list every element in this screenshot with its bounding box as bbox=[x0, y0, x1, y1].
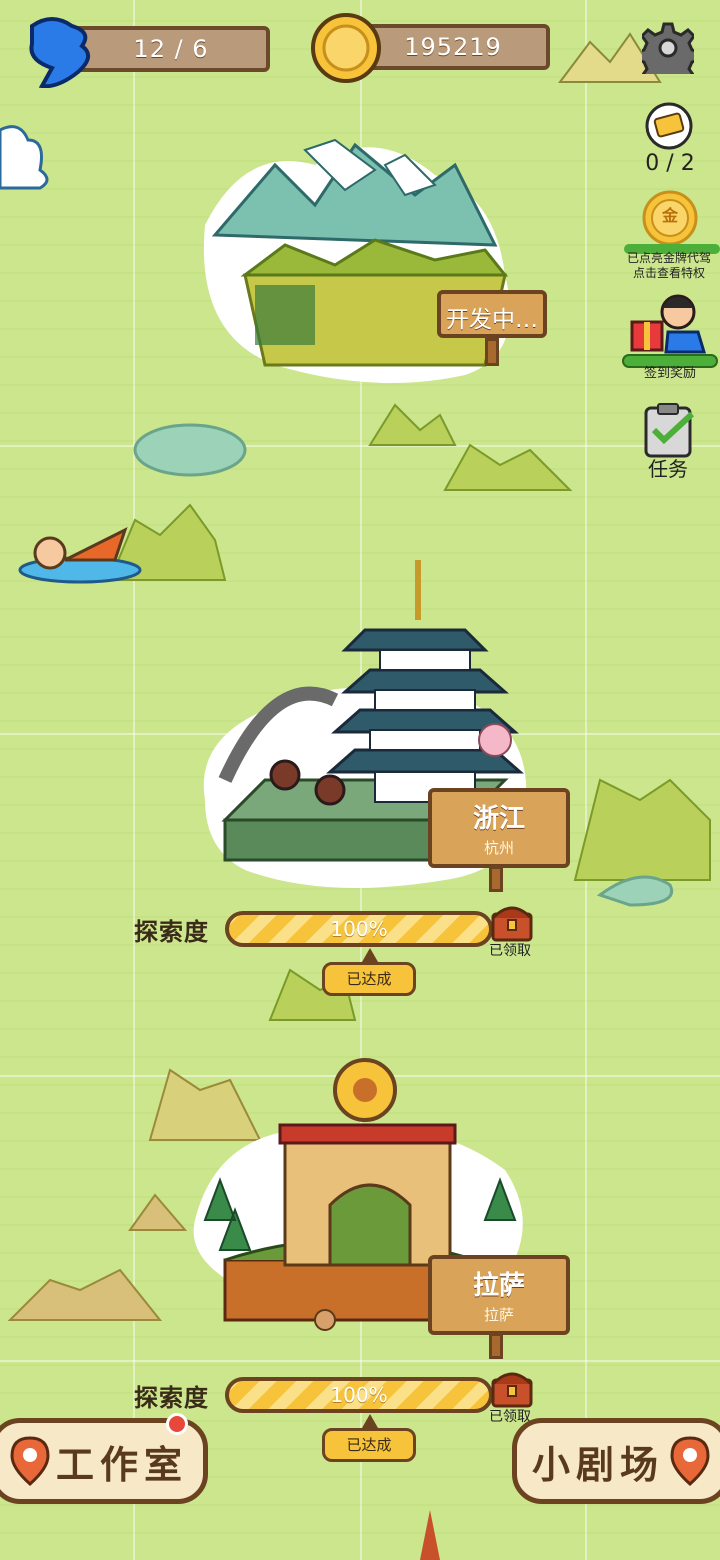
exploration-label: 探索度 bbox=[134, 1384, 209, 1412]
gold-medal-char: 金 bbox=[661, 206, 678, 225]
exploration-progress-bar: 100% bbox=[225, 1377, 493, 1413]
ticket-count: 0 / 2 bbox=[645, 151, 695, 176]
theater-button[interactable]: 小剧场 bbox=[512, 1418, 720, 1504]
achieved-badge: 已达成 bbox=[322, 1428, 416, 1462]
pointer-triangle-icon bbox=[362, 948, 378, 962]
coin-value: 195219 bbox=[404, 33, 502, 61]
location-name: 拉萨 bbox=[472, 1271, 525, 1301]
task-label: 任务 bbox=[648, 457, 688, 481]
gold-card-line1: 已点亮金牌代驾 bbox=[626, 251, 711, 265]
map-pin-icon bbox=[10, 1436, 50, 1486]
treasure-chest-icon[interactable] bbox=[489, 900, 535, 944]
checkin-label: 签到奖励 bbox=[643, 366, 696, 381]
exploration-progress-text: 100% bbox=[330, 917, 388, 941]
exploration-progress-text: 100% bbox=[330, 1383, 388, 1407]
location-signpost[interactable]: 开发中… bbox=[437, 290, 547, 338]
settings-gear-icon[interactable] bbox=[642, 22, 694, 74]
map-pin-icon bbox=[670, 1436, 710, 1486]
exploration-label: 探索度 bbox=[134, 918, 209, 946]
signpost-pole bbox=[489, 1333, 503, 1359]
signpost-pole bbox=[489, 866, 503, 892]
task-clipboard-icon bbox=[644, 403, 695, 458]
pointer-triangle-icon bbox=[362, 1414, 378, 1428]
location-signpost[interactable]: 拉萨 拉萨 bbox=[428, 1255, 570, 1335]
ticket-icon bbox=[645, 102, 693, 150]
chest-status-label: 已领取 bbox=[489, 943, 531, 959]
checkin-gift-icon bbox=[630, 294, 707, 354]
energy-value: 12 / 6 bbox=[133, 35, 209, 63]
signpost-pole bbox=[485, 338, 499, 366]
theater-button-label: 小剧场 bbox=[531, 1442, 664, 1487]
exploration-progress-bar: 100% bbox=[225, 911, 493, 947]
location-subname: 杭州 bbox=[483, 839, 514, 857]
notification-dot bbox=[166, 1413, 188, 1435]
gold-card-line2: 点击查看特权 bbox=[632, 266, 705, 280]
coin-counter[interactable]: 195219 bbox=[356, 24, 550, 70]
energy-heart-icon bbox=[29, 17, 90, 88]
gold-coin-icon bbox=[311, 13, 381, 83]
location-name: 开发中… bbox=[446, 307, 538, 333]
world-map[interactable]: 开发中… 浙江 杭州 探索度 100% 已领取 已达成 拉萨 拉萨 探索度 10… bbox=[0, 0, 720, 1560]
studio-button-label: 工作室 bbox=[55, 1442, 188, 1487]
location-subname: 拉萨 bbox=[483, 1306, 514, 1324]
location-name: 浙江 bbox=[472, 804, 525, 834]
location-signpost[interactable]: 浙江 杭州 bbox=[428, 788, 570, 868]
achieved-badge: 已达成 bbox=[322, 962, 416, 996]
treasure-chest-icon[interactable] bbox=[489, 1366, 535, 1410]
snow-mountain-illustration bbox=[203, 138, 510, 383]
energy-counter[interactable]: 12 / 6 bbox=[72, 26, 270, 72]
